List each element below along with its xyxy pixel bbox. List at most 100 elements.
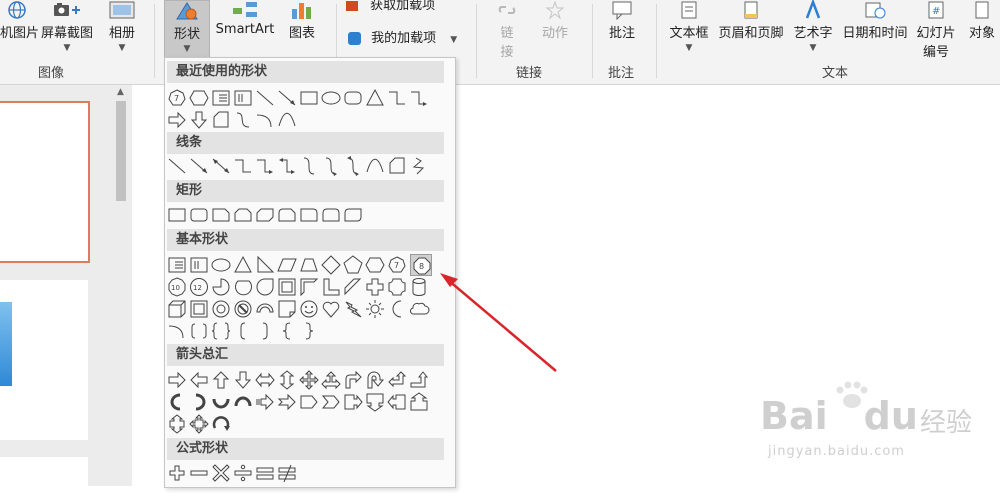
rounded-rectangle-shape[interactable] [188, 204, 210, 226]
multiply-sign-shape[interactable] [210, 462, 232, 484]
not-equal-sign-shape[interactable] [276, 462, 298, 484]
divide-sign-shape[interactable] [232, 462, 254, 484]
hexagon-shape[interactable] [364, 254, 386, 276]
object-button[interactable]: 对象 [964, 0, 1000, 62]
u-turn-arrow-shape[interactable] [364, 369, 386, 391]
half-frame-shape[interactable] [298, 276, 320, 298]
bevel-shape[interactable] [188, 298, 210, 320]
moon-shape[interactable] [386, 298, 408, 320]
round-diagonal-rectangle-shape[interactable] [342, 204, 364, 226]
folded-corner-shape[interactable] [276, 298, 298, 320]
left-arrow-shape[interactable] [188, 369, 210, 391]
shapes-button[interactable]: 形状 ▼ [164, 0, 210, 60]
action-button[interactable]: 动作 [535, 0, 575, 62]
curved-down-arrow-shape[interactable] [232, 391, 254, 413]
chevron-shape[interactable] [320, 391, 342, 413]
decagon-shape[interactable]: 10 [166, 276, 188, 298]
round-same-side-rectangle-shape[interactable] [320, 204, 342, 226]
cube-shape[interactable] [166, 298, 188, 320]
hexagon-shape[interactable] [188, 87, 210, 109]
curved-double-arrow-connector-shape[interactable] [342, 155, 364, 177]
date-time-button[interactable]: 日期和时间 [838, 0, 912, 62]
notched-right-arrow-shape[interactable] [276, 391, 298, 413]
textbox-button[interactable]: 文本框 ▼ [666, 0, 712, 62]
equal-sign-shape[interactable] [254, 462, 276, 484]
chord-shape[interactable] [232, 276, 254, 298]
can-shape[interactable] [408, 276, 430, 298]
right-arrow-callout-shape[interactable] [342, 391, 364, 413]
double-bracket-shape[interactable] [188, 320, 210, 342]
slide-thumbnail[interactable] [0, 280, 88, 440]
up-arrow-callout-shape[interactable] [408, 391, 430, 413]
curved-up-arrow-shape[interactable] [210, 391, 232, 413]
plus-shape[interactable] [364, 276, 386, 298]
left-right-arrow-shape[interactable] [254, 369, 276, 391]
frame-shape[interactable] [276, 276, 298, 298]
screenshot-button[interactable]: 屏幕截图 ▼ [37, 0, 97, 62]
teardrop-shape[interactable] [254, 276, 276, 298]
smartart-button[interactable]: SmartArt [212, 0, 278, 62]
down-arrow-shape[interactable] [188, 109, 210, 131]
diamond-shape[interactable] [320, 254, 342, 276]
line-arrow-shape[interactable] [276, 87, 298, 109]
octagon-shape-selected[interactable]: 8 [410, 254, 432, 276]
pentagon-shape[interactable] [342, 254, 364, 276]
online-pictures-button[interactable]: 机图片 [0, 0, 39, 62]
slide-number-button[interactable]: # 幻灯片 编号 [914, 0, 958, 62]
chart-button[interactable]: 图表 [282, 0, 322, 62]
curved-arrow-connector-shape[interactable] [232, 109, 254, 131]
diagonal-stripe-shape[interactable] [342, 276, 364, 298]
round-single-corner-rectangle-shape[interactable] [298, 204, 320, 226]
plaque-shape[interactable] [386, 276, 408, 298]
cloud-shape[interactable] [408, 298, 430, 320]
photo-album-button[interactable]: 相册 ▼ [102, 0, 142, 62]
left-arrow-callout-shape[interactable] [386, 391, 408, 413]
quad-arrow-callout-shape[interactable] [188, 413, 210, 435]
line-shape[interactable] [166, 155, 188, 177]
vertical-textbox-shape[interactable] [232, 87, 254, 109]
wordart-button[interactable]: 艺术字 ▼ [790, 0, 836, 62]
left-bracket-shape[interactable] [232, 320, 254, 342]
vertical-textbox-shape[interactable] [188, 254, 210, 276]
no-symbol-shape[interactable] [232, 298, 254, 320]
curved-right-arrow-shape[interactable] [166, 391, 188, 413]
thumbnail-scrollbar[interactable]: ▲ [113, 85, 130, 486]
elbow-double-arrow-connector-shape[interactable] [276, 155, 298, 177]
left-right-up-arrow-shape[interactable] [320, 369, 342, 391]
my-addins-button[interactable]: 我的加载项 ▼ [348, 27, 457, 46]
slide-thumbnail-selected[interactable] [0, 101, 90, 263]
smiley-face-shape[interactable] [298, 298, 320, 320]
up-down-arrow-shape[interactable] [276, 369, 298, 391]
folded-shape[interactable] [210, 109, 232, 131]
snip-round-rectangle-shape[interactable] [276, 204, 298, 226]
down-arrow-callout-shape[interactable] [364, 391, 386, 413]
rounded-rectangle-shape[interactable] [342, 87, 364, 109]
minus-sign-shape[interactable] [188, 462, 210, 484]
freeform-shape[interactable] [386, 155, 408, 177]
trapezoid-shape[interactable] [298, 254, 320, 276]
right-brace-shape[interactable] [298, 320, 320, 342]
left-up-arrow-shape[interactable] [386, 369, 408, 391]
header-footer-button[interactable]: 页眉和页脚 [715, 0, 787, 62]
elbow-arrow-connector-shape[interactable] [254, 155, 276, 177]
heptagon-shape[interactable]: 7 [386, 254, 408, 276]
oval-shape[interactable] [210, 254, 232, 276]
snip-corner-rectangle-shape[interactable] [210, 204, 232, 226]
snip-diagonal-rectangle-shape[interactable] [254, 204, 276, 226]
heptagon-shape[interactable]: 7 [166, 87, 188, 109]
rectangle-shape[interactable] [298, 87, 320, 109]
donut-shape[interactable] [210, 298, 232, 320]
sun-shape[interactable] [364, 298, 386, 320]
elbow-connector-shape[interactable] [386, 87, 408, 109]
down-arrow-shape[interactable] [232, 369, 254, 391]
quad-arrow-shape[interactable] [298, 369, 320, 391]
curved-left-arrow-shape[interactable] [188, 391, 210, 413]
l-shape[interactable] [320, 276, 342, 298]
arc-shape[interactable] [166, 320, 188, 342]
slide-thumbnail[interactable] [0, 457, 88, 497]
pentagon-arrow-shape[interactable] [298, 391, 320, 413]
curve-shape[interactable] [364, 155, 386, 177]
comment-button[interactable]: 批注 [602, 0, 642, 62]
scribble-shape[interactable] [408, 155, 430, 177]
up-arrow-shape[interactable] [210, 369, 232, 391]
